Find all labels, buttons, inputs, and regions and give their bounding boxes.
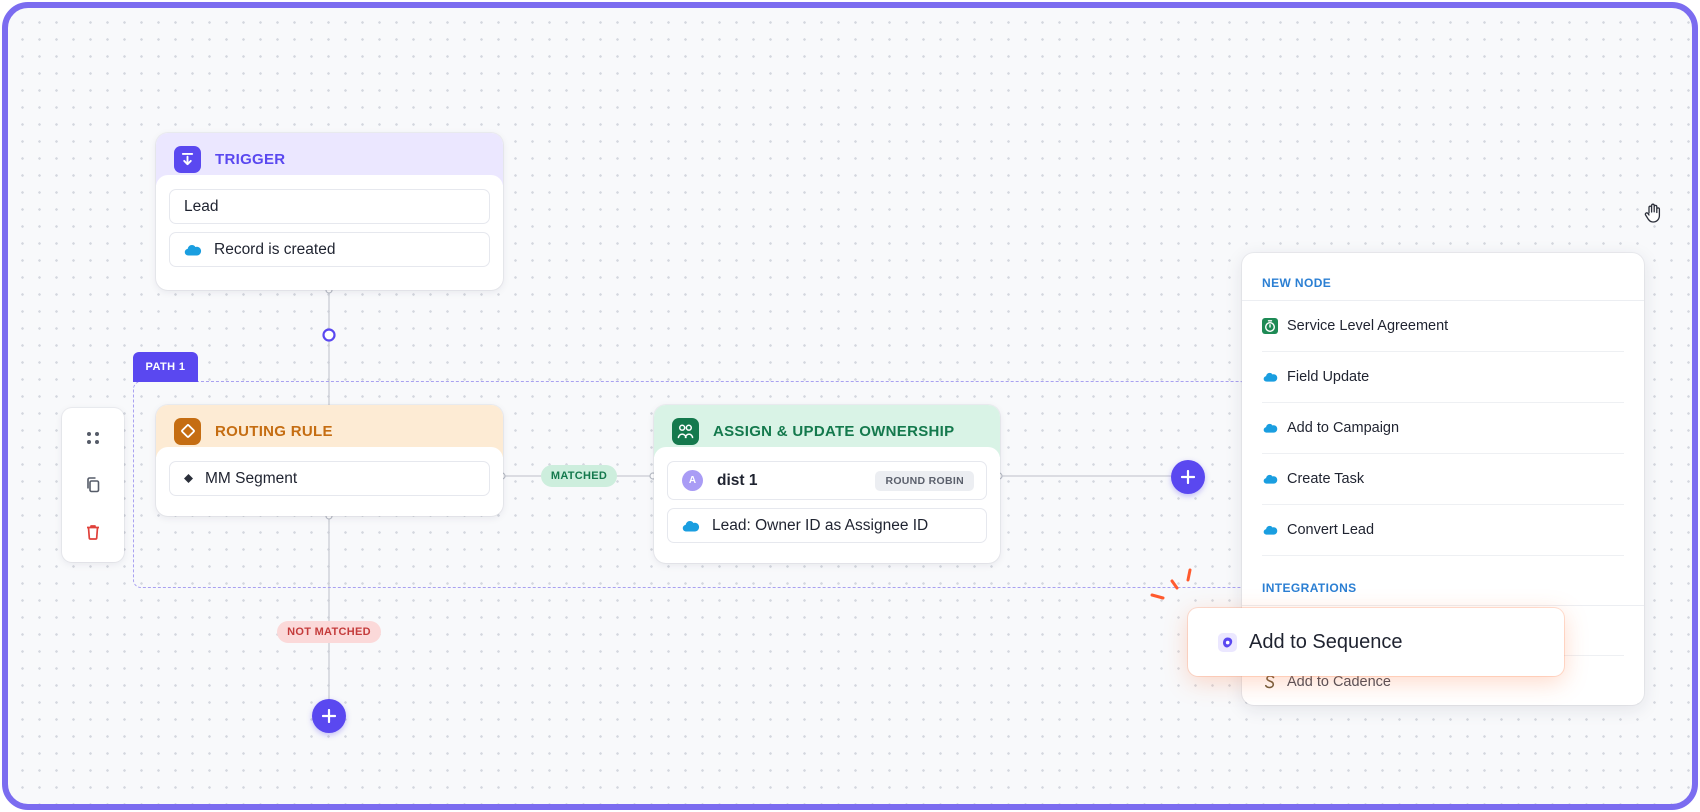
drag-preview-label: Add to Sequence	[1249, 630, 1403, 653]
trigger-object-field[interactable]: Lead	[169, 189, 490, 224]
routing-segment-value: MM Segment	[205, 469, 298, 487]
matched-edge-label[interactable]: MATCHED	[541, 465, 617, 487]
salesforce-cloud-icon	[1262, 474, 1278, 484]
menu-section-new-node: NEW NODE	[1242, 253, 1644, 301]
sparkle-icon	[1150, 568, 1192, 600]
menu-item-label: Add to Campaign	[1287, 420, 1400, 436]
salesforce-cloud-icon	[1262, 372, 1278, 382]
trigger-node[interactable]: TRIGGER Lead Record is created	[156, 133, 503, 290]
salesforce-cloud-icon	[1262, 525, 1278, 535]
plus-icon	[322, 709, 336, 723]
menu-item-label: Field Update	[1287, 369, 1370, 385]
trigger-event-field[interactable]: Record is created	[169, 232, 490, 267]
add-node-button-not-matched[interactable]	[312, 699, 346, 733]
avatar: A	[682, 470, 703, 491]
trigger-icon	[174, 145, 201, 173]
routing-diamond-icon	[174, 417, 201, 445]
routing-rule-title: ROUTING RULE	[215, 422, 333, 440]
menu-item-convert-lead[interactable]: Convert Lead	[1262, 505, 1624, 556]
menu-item-label: Create Task	[1287, 471, 1365, 487]
path-tab[interactable]: PATH 1	[133, 352, 198, 382]
menu-item-label: Service Level Agreement	[1287, 318, 1449, 334]
round-robin-badge: ROUND ROBIN	[875, 470, 974, 491]
menu-item-label: Convert Lead	[1287, 522, 1375, 538]
assignee-value: Lead: Owner ID as Assignee ID	[712, 516, 929, 534]
add-node-button-matched[interactable]	[1171, 460, 1205, 494]
outreach-icon	[1218, 632, 1237, 652]
assignee-field[interactable]: Lead: Owner ID as Assignee ID	[667, 508, 987, 543]
node-toolbar	[62, 408, 124, 562]
distribution-field[interactable]: A dist 1 ROUND ROBIN	[667, 461, 987, 500]
assign-ownership-node[interactable]: ASSIGN & UPDATE OWNERSHIP A dist 1 ROUND…	[654, 405, 1000, 563]
trigger-title: TRIGGER	[215, 150, 286, 168]
plus-icon	[1181, 470, 1195, 484]
routing-segment-field[interactable]: MM Segment	[169, 461, 490, 496]
not-matched-edge-label[interactable]: NOT MATCHED	[277, 621, 381, 643]
salesforce-cloud-icon	[682, 520, 700, 532]
assign-title: ASSIGN & UPDATE OWNERSHIP	[713, 422, 955, 440]
menu-item-sla[interactable]: Service Level Agreement	[1262, 301, 1624, 352]
users-group-icon	[672, 417, 699, 445]
menu-section-integrations: INTEGRATIONS	[1242, 556, 1644, 606]
routing-rule-node[interactable]: ROUTING RULE MM Segment	[156, 405, 503, 516]
diamond-bullet-icon	[184, 474, 193, 483]
workflow-canvas[interactable]: PATH 1 TRIGGER Lead Record is created RO…	[2, 2, 1698, 810]
grab-hand-icon	[1644, 203, 1661, 223]
drag-preview-add-to-sequence[interactable]: Add to Sequence	[1188, 608, 1564, 676]
connector-anchor	[322, 328, 336, 342]
salesforce-cloud-icon	[184, 244, 202, 256]
trigger-object-value: Lead	[184, 197, 219, 215]
menu-item-create-task[interactable]: Create Task	[1262, 454, 1624, 505]
sla-timer-icon	[1262, 318, 1278, 334]
duplicate-button[interactable]	[75, 467, 111, 503]
trigger-event-value: Record is created	[214, 240, 336, 258]
menu-item-add-to-campaign[interactable]: Add to Campaign	[1262, 403, 1624, 454]
drag-dots-icon	[87, 431, 99, 444]
drag-handle-button[interactable]	[75, 420, 111, 456]
trash-icon	[87, 525, 99, 541]
distribution-name: dist 1	[717, 471, 758, 489]
salesforce-cloud-icon	[1262, 423, 1278, 433]
copy-icon	[87, 477, 100, 493]
menu-item-field-update[interactable]: Field Update	[1262, 352, 1624, 403]
delete-button[interactable]	[75, 514, 111, 550]
